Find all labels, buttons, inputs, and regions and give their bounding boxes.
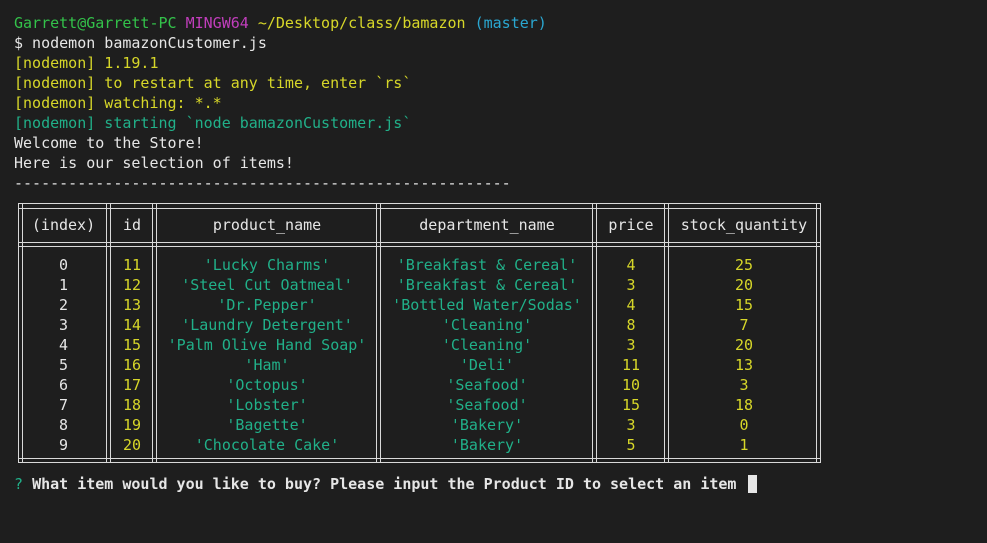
cell-stock-quantity: 20 (734, 276, 754, 294)
prompt-mark: ? (14, 475, 24, 493)
cell-department-name: 'Seafood' (446, 396, 528, 414)
cell-product-name: 'Laundry Detergent' (181, 316, 353, 334)
cell-product-name: 'Palm Olive Hand Soap' (167, 336, 367, 354)
products-table: (index) id product_name department_name pric… (18, 203, 821, 463)
table-header-cell: price (608, 216, 654, 234)
log-line: [nodemon] 1.19.1 (14, 54, 159, 72)
cell-id: 18 (122, 396, 142, 414)
cell-id: 11 (122, 256, 142, 274)
table-header-cell: product_name (212, 216, 322, 234)
cell-price: 15 (621, 396, 641, 414)
cell-product-name: 'Lobster' (226, 396, 308, 414)
shell-prompt-line: Garrett@Garrett-PC MINGW64 ~/Desktop/cla… (14, 13, 974, 33)
cell-stock-quantity: 13 (734, 356, 754, 374)
table-header-cell: stock_quantity (680, 216, 808, 234)
cell-stock-quantity: 20 (734, 336, 754, 354)
cell-index: 3 (58, 316, 69, 334)
log-line: [nodemon] starting `node bamazonCustomer… (14, 114, 412, 132)
cell-id: 12 (122, 276, 142, 294)
command-line: $ nodemon bamazonCustomer.js (14, 34, 267, 52)
cell-id: 20 (122, 436, 142, 454)
separator-line: ----------------------------------------… (14, 174, 511, 192)
cell-department-name: 'Deli' (459, 356, 515, 374)
terminal-window[interactable]: Garrett@Garrett-PC MINGW64 ~/Desktop/cla… (14, 13, 974, 193)
user-host: Garrett@Garrett-PC (14, 14, 177, 32)
text-cursor[interactable] (747, 475, 757, 493)
table-border (18, 208, 821, 209)
cell-product-name: 'Octopus' (226, 376, 308, 394)
git-branch: (master) (474, 14, 547, 32)
cell-department-name: 'Bottled Water/Sodas' (392, 296, 582, 314)
cell-price: 11 (621, 356, 641, 374)
cell-index: 1 (58, 276, 69, 294)
cell-department-name: 'Cleaning' (441, 316, 533, 334)
cell-product-name: 'Lucky Charms' (203, 256, 331, 274)
selection-text: Here is our selection of items! (14, 154, 294, 172)
cell-price: 3 (626, 336, 636, 354)
cell-price: 3 (626, 416, 636, 434)
cell-stock-quantity: 3 (739, 376, 749, 394)
cell-id: 16 (122, 356, 142, 374)
table-header-cell: id (122, 216, 142, 234)
cell-department-name: 'Seafood' (446, 376, 528, 394)
cell-product-name: 'Ham' (244, 356, 290, 374)
cell-id: 15 (122, 336, 142, 354)
table-header-cell: department_name (419, 216, 555, 234)
cell-id: 14 (122, 316, 142, 334)
cell-product-name: 'Chocolate Cake' (194, 436, 340, 454)
cell-index: 9 (58, 436, 69, 454)
prompt-question: What item would you like to buy? Please … (32, 475, 737, 493)
cell-product-name: 'Bagette' (226, 416, 308, 434)
cell-stock-quantity: 18 (734, 396, 754, 414)
cell-id: 17 (122, 376, 142, 394)
cell-index: 7 (58, 396, 69, 414)
cell-index: 5 (58, 356, 69, 374)
welcome-text: Welcome to the Store! (14, 134, 204, 152)
cell-department-name: 'Breakfast & Cereal' (396, 276, 578, 294)
shell-name: MINGW64 (185, 14, 249, 32)
log-line: [nodemon] to restart at any time, enter … (14, 74, 412, 92)
cell-price: 4 (626, 296, 636, 314)
cell-stock-quantity: 25 (734, 256, 754, 274)
log-line: [nodemon] watching: *.* (14, 94, 222, 112)
cell-price: 5 (626, 436, 636, 454)
cell-id: 13 (122, 296, 142, 314)
cell-stock-quantity: 0 (739, 416, 749, 434)
cell-stock-quantity: 7 (739, 316, 749, 334)
cell-price: 3 (626, 276, 636, 294)
cell-stock-quantity: 1 (739, 436, 749, 454)
cell-product-name: 'Steel Cut Oatmeal' (181, 276, 353, 294)
cell-department-name: 'Bakery' (450, 416, 524, 434)
cell-price: 4 (626, 256, 636, 274)
table-header-cell: (index) (31, 216, 96, 234)
cell-index: 2 (58, 296, 69, 314)
cell-department-name: 'Bakery' (450, 436, 524, 454)
cell-index: 8 (58, 416, 69, 434)
cell-price: 10 (621, 376, 641, 394)
cell-index: 6 (58, 376, 69, 394)
cell-department-name: 'Breakfast & Cereal' (396, 256, 578, 274)
cell-index: 4 (58, 336, 69, 354)
cell-department-name: 'Cleaning' (441, 336, 533, 354)
cell-price: 8 (626, 316, 636, 334)
cell-product-name: 'Dr.Pepper' (217, 296, 317, 314)
table-border (18, 246, 821, 247)
cell-index: 0 (58, 256, 69, 274)
current-directory: ~/Desktop/class/bamazon (257, 14, 466, 32)
table-border (18, 458, 821, 459)
cell-id: 19 (122, 416, 142, 434)
cell-stock-quantity: 15 (734, 296, 754, 314)
table-border (18, 242, 821, 243)
input-prompt[interactable]: ? What item would you like to buy? Pleas… (14, 474, 757, 494)
